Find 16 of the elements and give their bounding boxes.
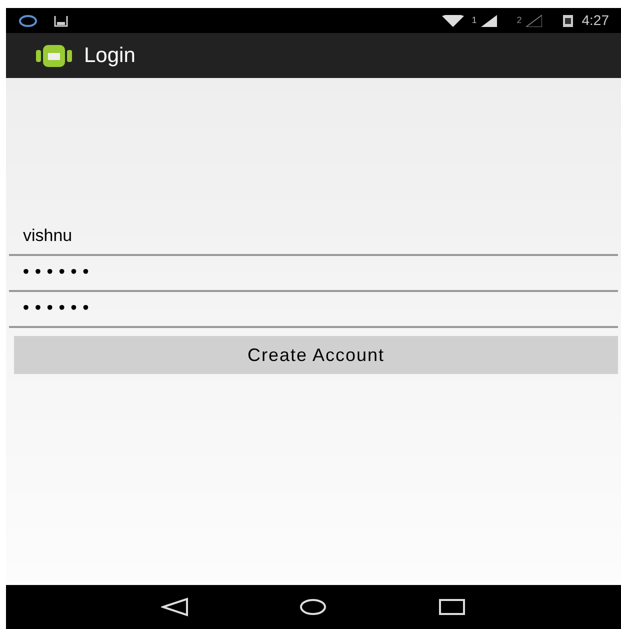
wifi-icon bbox=[442, 14, 464, 26]
signal-icon bbox=[526, 14, 542, 26]
username-field[interactable]: vishnu bbox=[9, 220, 618, 256]
sim-label: 1 bbox=[472, 14, 477, 27]
screen-title: Login bbox=[84, 42, 136, 69]
password-field[interactable]: •••••• bbox=[9, 256, 618, 292]
home-icon[interactable] bbox=[299, 597, 328, 617]
sim-label: 2 bbox=[516, 14, 522, 27]
back-icon[interactable] bbox=[161, 597, 190, 617]
clock: 4:27 bbox=[582, 11, 609, 30]
password-field[interactable]: •••••• bbox=[9, 292, 618, 328]
create-account-button[interactable]: Create Account bbox=[14, 336, 618, 374]
signal-icon bbox=[480, 14, 497, 26]
battery-icon bbox=[562, 14, 574, 28]
notification-icon bbox=[18, 14, 38, 26]
recent-apps-icon[interactable] bbox=[438, 597, 466, 617]
